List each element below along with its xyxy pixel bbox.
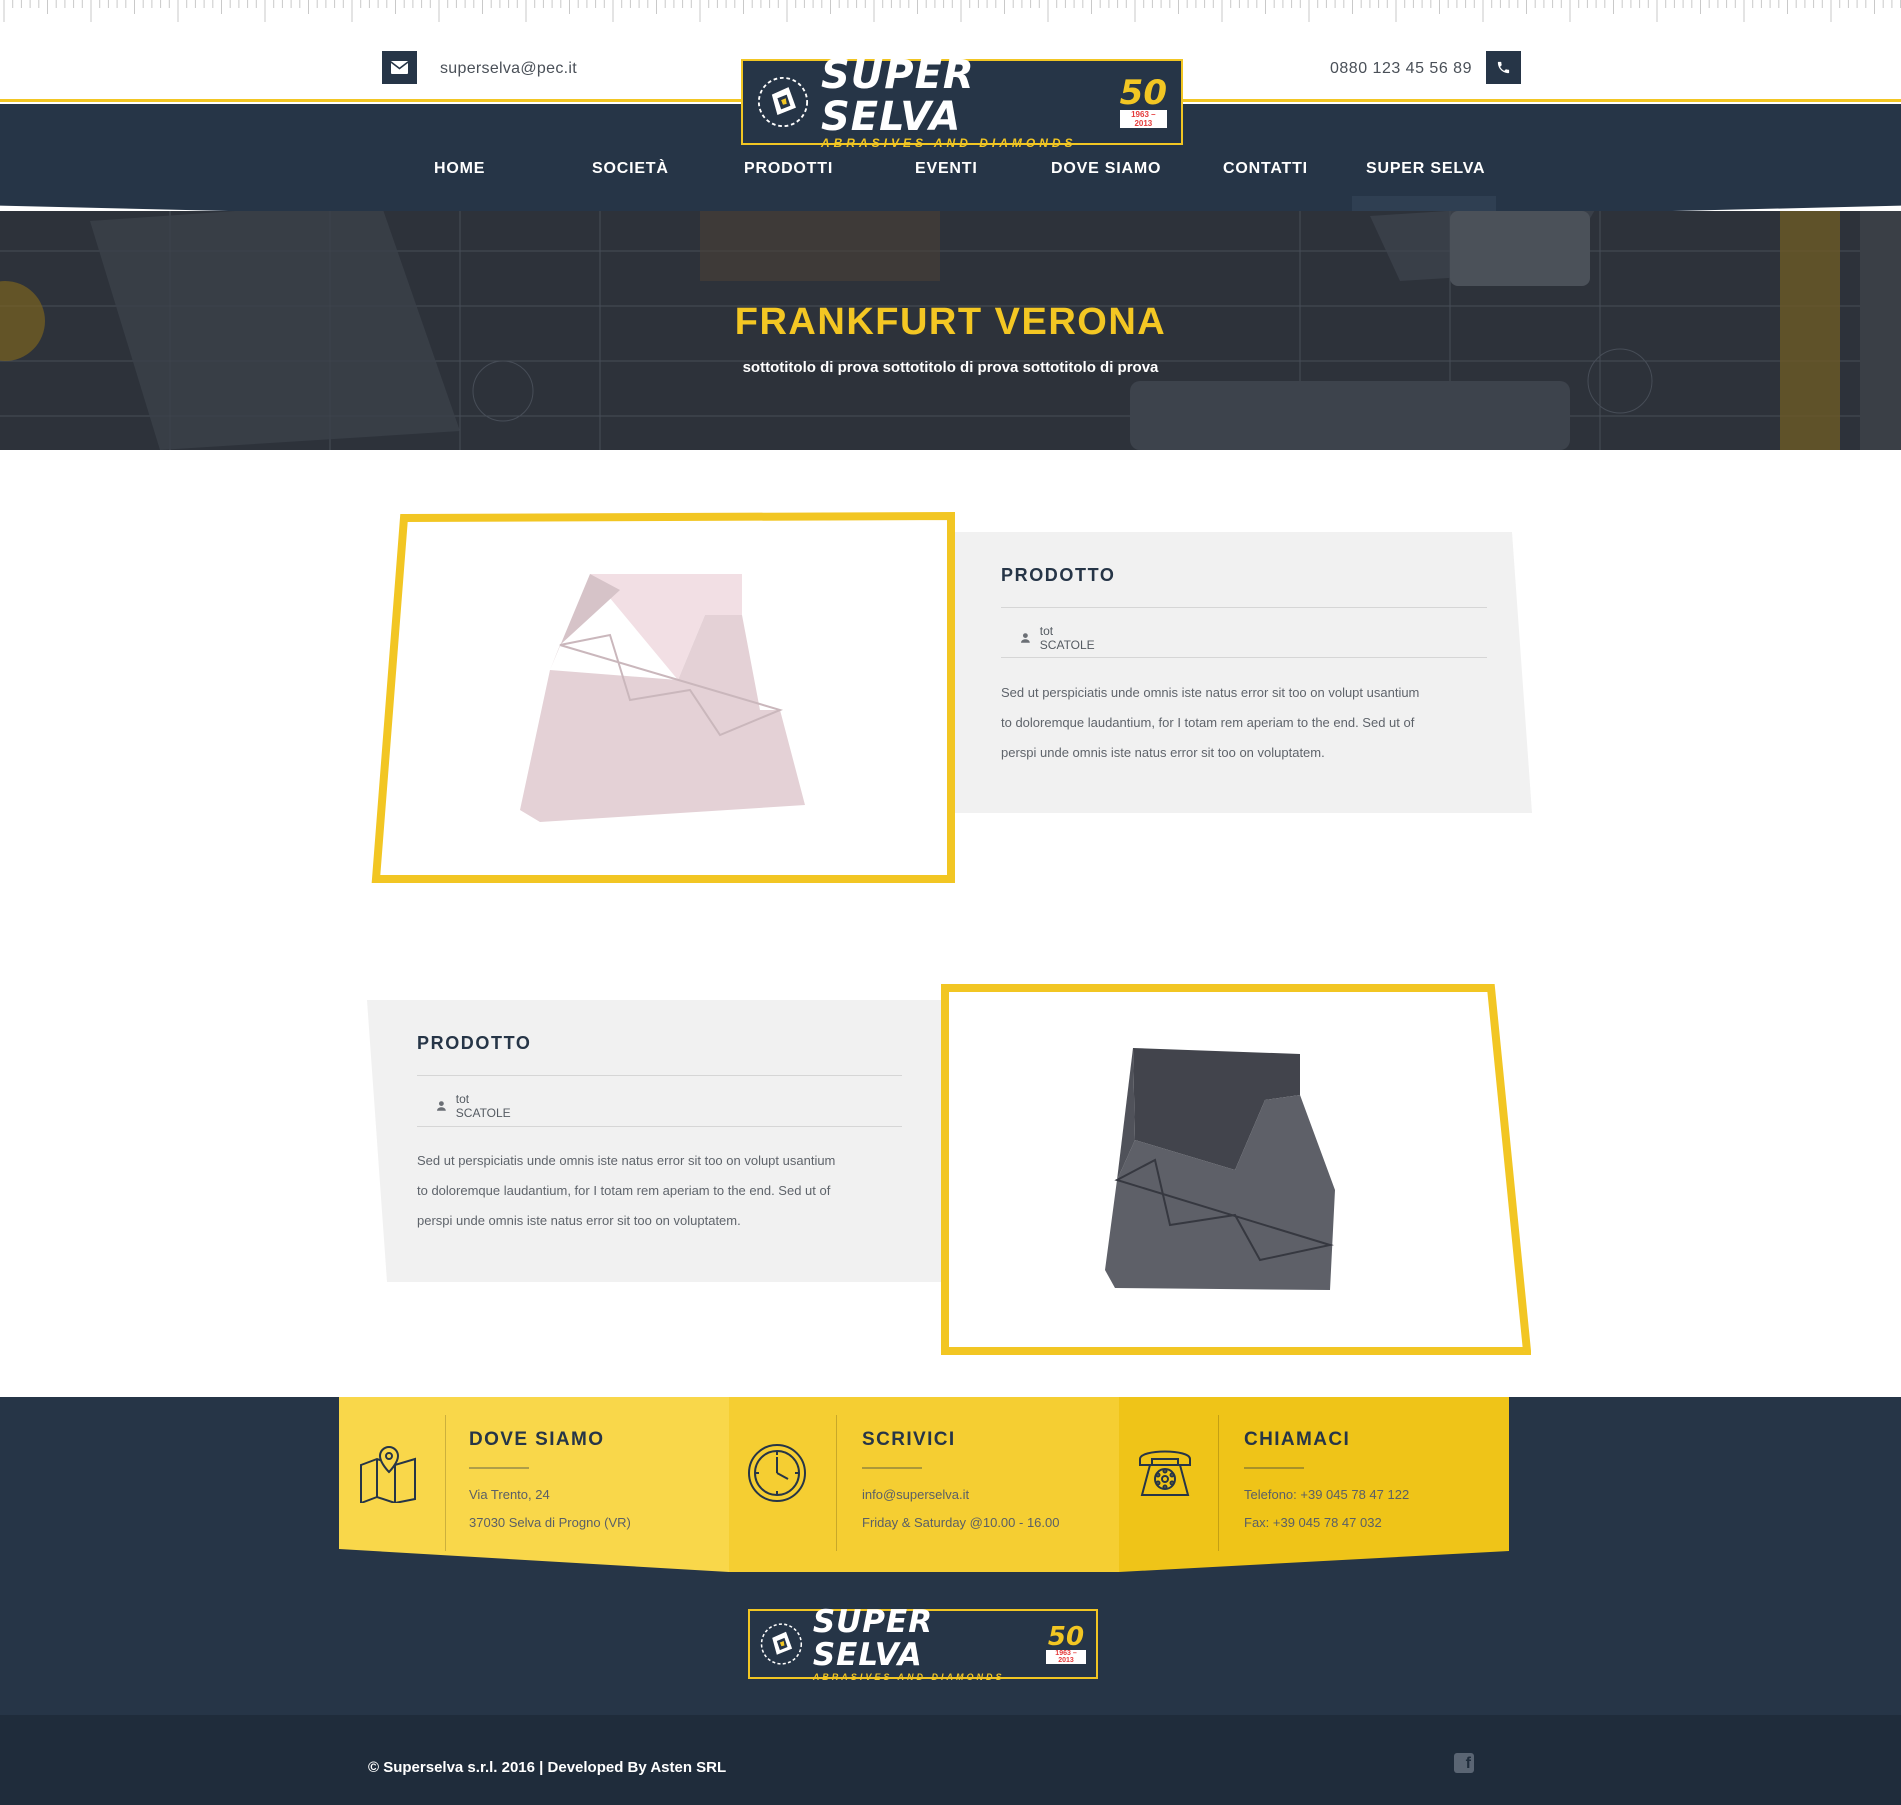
description-line: to doloremque laudantium, for I totam re… [1001,715,1415,730]
description-line: Sed ut perspiciatis unde omnis iste natu… [1001,685,1420,700]
underline [469,1467,529,1469]
description-line: perspi unde omnis iste natus error sit t… [1001,745,1325,760]
divider [1001,607,1487,608]
opening-hours: Friday & Saturday @10.00 - 16.00 [862,1515,1060,1530]
envelope-icon[interactable] [382,51,417,84]
logo-years: 1963 – 2013 [1119,110,1167,128]
logo-brand-text: SUPER SELVA [820,52,975,140]
clock-icon [748,1444,806,1502]
nav-item-home[interactable]: HOME [434,160,485,178]
contact-email-link[interactable]: info@superselva.it [862,1487,969,1502]
diamond-logo-icon [760,1623,803,1665]
logo-years: 1963 – 2013 [1046,1650,1086,1664]
contact-title-write: SCRIVICI [862,1429,956,1450]
divider [417,1075,902,1076]
separator [1218,1415,1219,1551]
contact-card-call: CHIAMACI Telefono: +39 045 78 47 122 Fax… [1119,1397,1509,1572]
phone-icon[interactable] [1486,51,1521,84]
facebook-icon[interactable]: f [1454,1753,1474,1773]
product-meta-text-1: tot SCATOLE [1039,624,1095,652]
user-icon [1021,633,1030,643]
product-image-2[interactable] [1095,1040,1375,1300]
footer-logo[interactable]: SUPER SELVA ABRASIVES AND DIAMONDS 50 19… [748,1604,1098,1682]
divider [1001,657,1487,658]
top-phone-link[interactable]: 0880 123 45 56 89 [1330,60,1472,78]
nav-item-dove-siamo[interactable]: DOVE SIAMO [1051,160,1161,178]
product-title-2: PRODOTTO [417,1033,532,1053]
hero-banner: FRANKFURT VERONA sottotitolo di prova so… [0,211,1901,450]
contact-fax: Fax: +39 045 78 47 032 [1244,1515,1382,1530]
hero-subtitle: sottotitolo di prova sottotitolo di prov… [742,359,1159,376]
product-title-1: PRODOTTO [1001,565,1116,585]
contact-title-where: DOVE SIAMO [469,1429,605,1450]
product-meta-1: tot SCATOLE [1021,624,1097,652]
underline [862,1467,922,1469]
bottom-bar: © Superselva s.r.l. 2016 | Developed By … [0,1715,1901,1805]
contact-title-call: CHIAMACI [1244,1429,1351,1450]
contact-phone-link[interactable]: Telefono: +39 045 78 47 122 [1244,1487,1409,1502]
product-meta-2: tot SCATOLE [437,1092,513,1120]
description-line: perspi unde omnis iste natus error sit t… [417,1213,741,1228]
logo-anniversary: 50 [1119,73,1167,113]
nav-item-prodotti[interactable]: PRODOTTI [744,160,833,178]
hero-title: FRANKFURT VERONA [734,301,1167,343]
product-image-1[interactable] [510,560,820,830]
diamond-logo-icon [757,76,809,128]
logo-tagline: ABRASIVES AND DIAMONDS [820,136,1077,150]
map-icon [360,1445,416,1503]
nav-item-super-selva[interactable]: SUPER SELVA [1366,160,1485,178]
address-line-2: 37030 Selva di Progno (VR) [469,1515,631,1530]
description-line: Sed ut perspiciatis unde omnis iste natu… [417,1153,836,1168]
copyright-text: © Superselva s.r.l. 2016 | Developed By … [368,1759,727,1776]
logo-tagline: ABRASIVES AND DIAMONDS [812,1672,1005,1682]
product-description-1: Sed ut perspiciatis unde omnis iste natu… [1001,678,1491,768]
contact-card-write: SCRIVICI info@superselva.it Friday & Sat… [729,1397,1119,1572]
top-email-link[interactable]: superselva@pec.it [440,60,577,78]
divider [417,1126,902,1127]
nav-item-eventi[interactable]: EVENTI [915,160,978,178]
underline [1244,1467,1304,1469]
nav-item-contatti[interactable]: CONTATTI [1223,160,1308,178]
ruler-strip [0,0,1901,44]
nav-item-societa[interactable]: SOCIETÀ [592,160,669,178]
brand-logo[interactable]: SUPER SELVA ABRASIVES AND DIAMONDS 50 19… [741,54,1183,150]
user-icon [437,1101,446,1111]
product-meta-text-2: tot SCATOLE [455,1092,511,1120]
product-description-2: Sed ut perspiciatis unde omnis iste natu… [417,1146,907,1236]
address-line-1: Via Trento, 24 [469,1487,550,1502]
telephone-icon [1139,1450,1191,1496]
logo-anniversary: 50 [1047,1622,1085,1652]
separator [445,1415,446,1551]
separator [836,1415,837,1551]
description-line: to doloremque laudantium, for I totam re… [417,1183,831,1198]
logo-brand-text: SUPER SELVA [812,1604,934,1673]
contact-card-where: DOVE SIAMO Via Trento, 24 37030 Selva di… [339,1397,729,1572]
